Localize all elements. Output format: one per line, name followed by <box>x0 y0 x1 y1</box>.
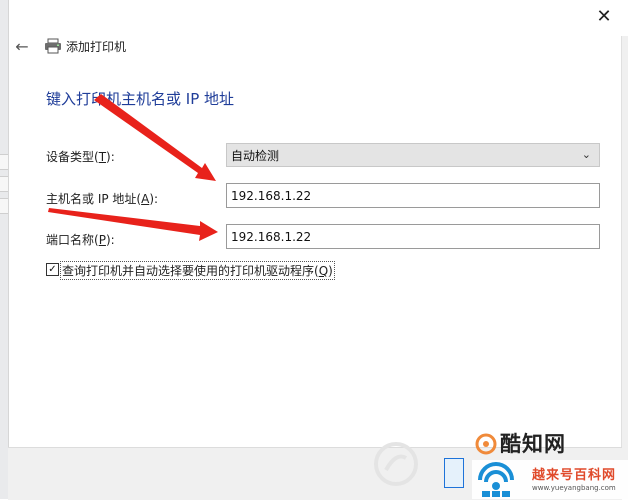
device-type-access-key: T <box>98 150 107 164</box>
background-window-strip <box>0 0 9 499</box>
close-icon: ✕ <box>596 5 612 27</box>
printer-icon <box>45 38 61 54</box>
back-arrow-icon: ← <box>15 36 29 56</box>
query-printer-label-suffix: ) <box>328 264 333 278</box>
port-name-input[interactable]: 192.168.1.22 <box>226 224 600 249</box>
device-type-label-text: 设备类型( <box>46 150 99 164</box>
checkmark-icon: ✓ <box>48 263 57 275</box>
hostname-label: 主机名或 IP 地址(A): <box>46 190 158 207</box>
background-window-fragment <box>0 176 8 192</box>
close-button[interactable]: ✕ <box>588 4 620 28</box>
background-window-fragment <box>0 154 8 170</box>
right-edge-strip <box>621 36 628 499</box>
port-name-label-text: 端口名称( <box>46 233 99 247</box>
device-type-label: 设备类型(T): <box>46 148 115 165</box>
hostname-label-suffix: ): <box>149 192 159 206</box>
watermark-round-logo <box>374 442 418 486</box>
next-button[interactable] <box>444 458 464 488</box>
device-type-value: 自动检测 <box>231 148 280 163</box>
hostname-input[interactable]: 192.168.1.22 <box>226 183 600 208</box>
port-name-label-suffix: ): <box>105 233 115 247</box>
background-window-fragment <box>0 198 8 214</box>
query-printer-label[interactable]: 查询打印机并自动选择要使用的打印机驱动程序(Q) <box>60 261 335 280</box>
port-name-value: 192.168.1.22 <box>231 229 312 244</box>
port-name-label: 端口名称(P): <box>46 231 115 248</box>
watermark-brand-url: www.yueyangbang.com <box>532 484 616 492</box>
query-printer-checkbox[interactable]: ✓ <box>46 263 59 276</box>
page-heading: 键入打印机主机名或 IP 地址 <box>46 90 235 108</box>
hostname-value: 192.168.1.22 <box>231 188 312 203</box>
back-button[interactable]: ← <box>12 36 32 56</box>
window-title: 添加打印机 <box>66 40 127 54</box>
device-type-label-suffix: ): <box>106 150 115 164</box>
chevron-down-icon: ⌄ <box>581 148 591 161</box>
device-type-select[interactable]: 自动检测 ⌄ <box>226 143 600 167</box>
annotation-arrows <box>48 94 218 241</box>
hostname-label-text: 主机名或 IP 地址( <box>46 192 142 206</box>
query-printer-label-text: 查询打印机并自动选择要使用的打印机驱动程序( <box>62 264 319 278</box>
query-printer-access-key: Q <box>318 264 329 278</box>
watermark-brand-text: 越来号百科网 <box>532 468 617 483</box>
port-name-access-key: P <box>98 233 106 247</box>
watermark-logo-text: 酷知网 <box>500 432 566 456</box>
